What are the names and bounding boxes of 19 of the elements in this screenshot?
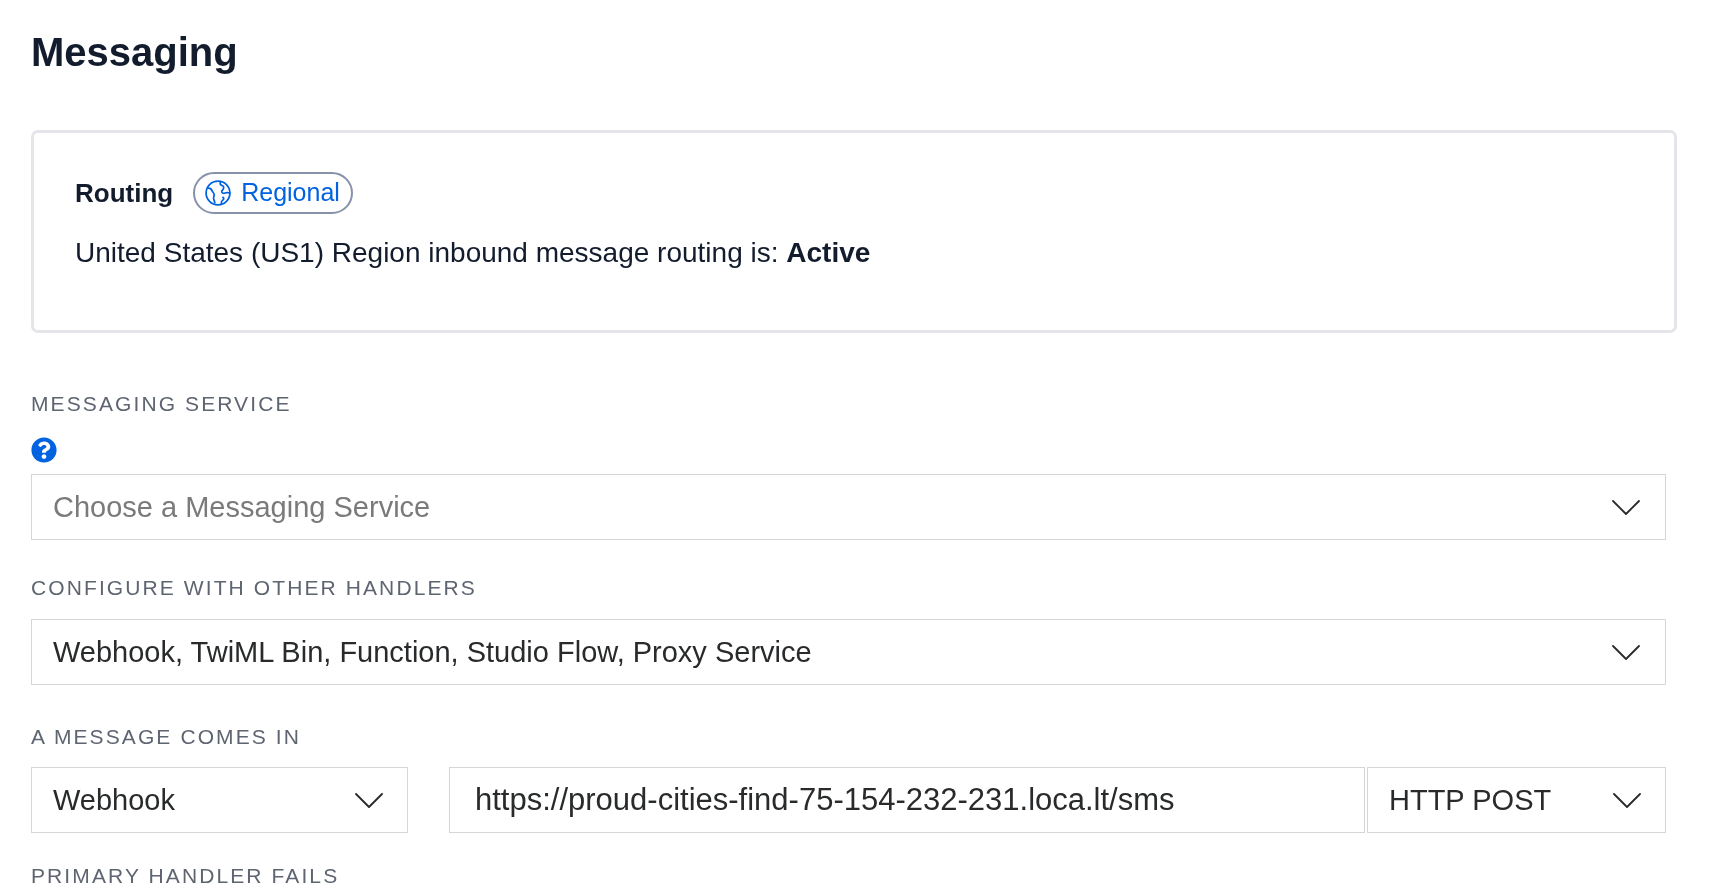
routing-status-text: United States (US1) Region inbound message routing is: Active	[75, 237, 871, 269]
globe-icon	[205, 180, 232, 206]
handlers-dropdown[interactable]: Webhook, TwiML Bin, Function, Studio Flow, Proxy Service	[31, 619, 1666, 685]
chevron-down-icon	[1613, 792, 1641, 808]
regional-badge: Regional	[193, 172, 353, 214]
http-method-dropdown[interactable]: HTTP POST	[1367, 767, 1666, 833]
field-label: PRIMARY HANDLER FAILS	[31, 865, 340, 887]
field-label: MESSAGING SERVICE	[31, 392, 292, 416]
help-icon[interactable]	[31, 437, 57, 463]
routing-title: Routing	[75, 177, 174, 209]
page-title: Messaging	[31, 29, 238, 76]
chevron-down-icon	[1612, 499, 1640, 515]
messaging-service-dropdown[interactable]: Choose a Messaging Service	[31, 474, 1666, 540]
field-label: A MESSAGE COMES IN	[31, 725, 302, 749]
chevron-down-icon	[355, 792, 383, 808]
url-input-field[interactable]: https://proud-cities-find-75-154-232-231.loca.lt/sms	[449, 767, 1365, 833]
chevron-down-icon	[1612, 644, 1640, 660]
field-label: CONFIGURE WITH OTHER HANDLERS	[31, 576, 477, 600]
handler-type-dropdown[interactable]: Webhook	[31, 767, 408, 833]
